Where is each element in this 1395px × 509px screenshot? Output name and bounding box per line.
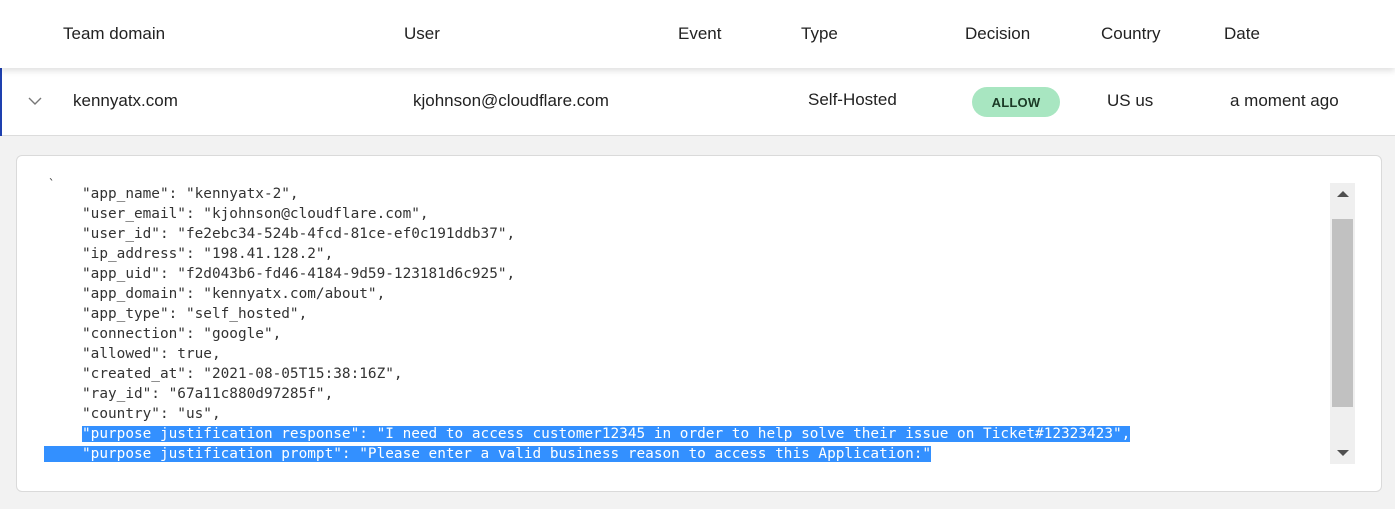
column-header-team-domain[interactable]: Team domain [63,24,165,44]
cell-user: kjohnson@cloudflare.com [413,91,609,110]
column-header-country[interactable]: Country [1101,24,1161,44]
json-line: "app_domain": "kennyatx.com/about", [82,286,386,302]
json-line: "app_uid": "f2d043b6-fd46-4184-9d59-1231… [82,266,516,282]
json-line-selected: "purpose justification prompt": "Please … [44,444,1324,464]
backtick-char: ` [48,178,56,191]
event-json-viewer[interactable]: ` "app_name": "kennyatx-2", "user_email"… [44,178,1324,468]
scrollbar-thumb[interactable] [1332,219,1353,407]
column-header-type[interactable]: Type [801,24,838,44]
decision-badge: ALLOW [972,87,1060,117]
column-header-date[interactable]: Date [1224,24,1260,44]
cell-country: US us [1107,91,1154,110]
json-line: "created_at": "2021-08-05T15:38:16Z", [82,366,403,382]
arrow-up-icon [1336,191,1349,197]
table-row[interactable]: kennyatx.com kjohnson@cloudflare.com Sel… [0,68,1395,136]
column-header-decision[interactable]: Decision [965,24,1030,44]
chevron-down-icon[interactable] [27,94,43,106]
table-header: Team domain User Event Type Decision Cou… [0,0,1395,68]
json-line: "ip_address": "198.41.128.2", [82,246,334,262]
json-line: "user_id": "fe2ebc34-524b-4fcd-81ce-ef0c… [82,226,516,242]
cell-team-domain: kennyatx.com [73,91,178,110]
row-selected-indicator [0,68,2,136]
cell-type: Self-Hosted [808,90,897,109]
json-line: "app_name": "kennyatx-2", [82,186,299,202]
scroll-up-button[interactable] [1330,183,1355,205]
json-line: "country": "us", [82,406,221,422]
json-line: "app_type": "self_hosted", [82,306,308,322]
json-line: "allowed": true, [82,346,221,362]
json-line: "ray_id": "67a11c880d97285f", [82,386,334,402]
selected-text: "purpose justification prompt": "Please … [44,446,932,462]
column-header-event[interactable]: Event [678,24,721,44]
selected-text: "purpose justification response": "I nee… [82,426,1131,442]
scroll-down-button[interactable] [1330,442,1355,464]
column-header-user[interactable]: User [404,24,440,44]
json-line: "user_email": "kjohnson@cloudflare.com", [82,206,429,222]
json-line: "connection": "google", [82,326,282,342]
arrow-down-icon [1336,450,1349,456]
vertical-scrollbar[interactable] [1330,183,1355,464]
json-line-selected: "purpose justification response": "I nee… [44,424,1324,444]
cell-date: a moment ago [1230,91,1339,110]
